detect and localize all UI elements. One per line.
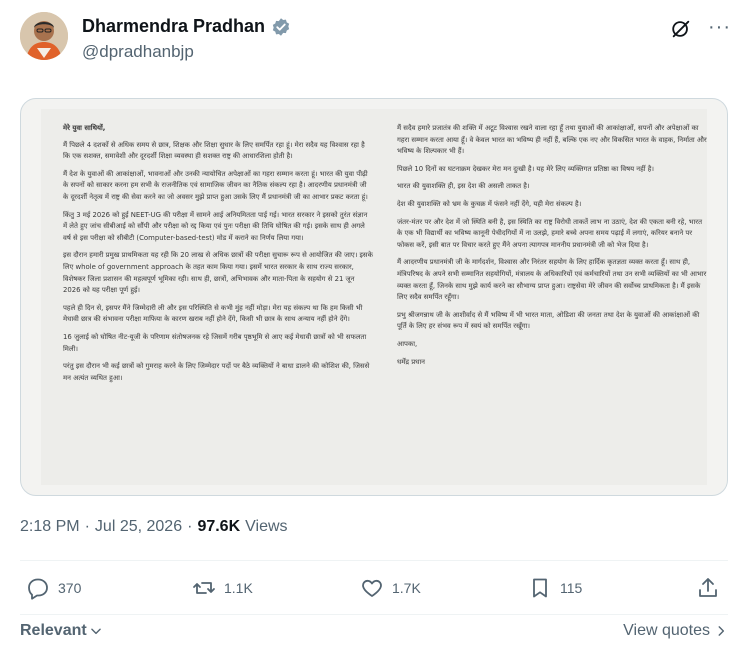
chevron-right-icon (718, 626, 725, 636)
repost-icon (193, 582, 215, 594)
letter-paragraph: इस दौरान हमारी प्रमुख प्राथमिकता यह रही … (63, 251, 373, 295)
letter-right-column: मैं सदैव हमारे प्रजातंत्र की शक्ति में अ… (397, 123, 707, 374)
divider (20, 560, 728, 561)
author-handle[interactable]: @dpradhanbjp (82, 42, 194, 62)
reply-button[interactable]: 370 (26, 576, 81, 600)
author-name[interactable]: Dharmendra Pradhan (82, 16, 265, 37)
tweet-media[interactable]: मेरे युवा साथियों, मैं पिछले 4 दशकों से … (20, 98, 728, 496)
meta-separator: · (84, 518, 90, 535)
replies-footer: Relevant View quotes (20, 622, 728, 646)
bookmark-icon (533, 578, 547, 598)
letter-paragraph: प्रभु श्रीजगन्नाथ जी के आशीर्वाद से मैं … (397, 310, 700, 331)
tweet-date[interactable]: Jul 25, 2026 (95, 518, 182, 536)
letter-paragraph: मैं पिछले 4 दशकों से अधिक समय से छात्र, … (63, 140, 365, 161)
views-count: 97.6K (197, 518, 241, 535)
reply-icon (28, 578, 48, 600)
view-quotes-link[interactable]: View quotes (623, 622, 728, 640)
letter-signoff: आपका, (397, 339, 418, 348)
letter-paragraph: मैं देश के युवाओं की आकांक्षाओं, भावनाओं… (63, 169, 368, 201)
share-button[interactable] (696, 576, 720, 600)
bookmark-count: 115 (560, 580, 583, 596)
more-icon[interactable]: ··· (708, 16, 731, 39)
tweet-meta: 2:18 PM · Jul 25, 2026 · 97.6K Views (20, 518, 288, 536)
repost-button[interactable]: 1.1K (192, 576, 253, 600)
reply-count: 370 (58, 580, 82, 596)
letter-signature: धर्मेंद्र प्रधान (397, 357, 425, 366)
repost-count: 1.1K (224, 580, 253, 596)
letter-paragraph: परंतु इस दौरान भी कई छात्रों को गुमराह क… (63, 362, 370, 382)
view-quotes-label: View quotes (623, 622, 710, 639)
letter-paragraph: देश की युवाशक्ति को भ्रम के कुचक्र में फ… (397, 199, 582, 208)
letter-paragraph: जंतर-मंतर पर और देश में जो स्थिति बनी है… (397, 217, 703, 249)
verified-badge-icon[interactable] (271, 17, 291, 37)
letter-paragraph: मैं आदरणीय प्रधानमंत्री जी के मार्गदर्शन… (397, 258, 707, 302)
chevron-down-icon (90, 628, 101, 635)
heart-icon (362, 579, 382, 597)
letter-paragraph: मैं सदैव हमारे प्रजातंत्र की शक्ति में अ… (397, 124, 707, 156)
tweet-time[interactable]: 2:18 PM (20, 518, 80, 536)
letter-left-column: मेरे युवा साथियों, मैं पिछले 4 दशकों से … (63, 123, 373, 390)
sort-label: Relevant (20, 622, 87, 639)
letter-greeting: मेरे युवा साथियों, (63, 124, 106, 132)
letter-paragraph: पहले ही दिन से, इसपर मैंने जिम्मेदारी ली… (63, 303, 363, 324)
letter-paragraph: 16 जुलाई को घोषित नीट-यूजी के परिणाम संत… (63, 332, 367, 353)
avatar-image (20, 12, 68, 60)
bookmark-button[interactable]: 115 (528, 576, 582, 600)
meta-separator: · (187, 518, 193, 535)
letter-paragraph: पिछले 10 दिनों का घटनाक्रम देखकर मेरा मन… (397, 164, 655, 173)
views-label: Views (245, 518, 288, 535)
avatar[interactable] (20, 12, 68, 60)
letter-image: मेरे युवा साथियों, मैं पिछले 4 दशकों से … (41, 109, 707, 485)
divider (20, 614, 728, 615)
letter-paragraph: किंतु 3 मई 2026 को हुई NEET-UG की परीक्ष… (63, 210, 368, 242)
grok-icon[interactable] (670, 18, 692, 40)
sort-dropdown[interactable]: Relevant (20, 622, 103, 640)
share-icon (699, 578, 717, 597)
like-count: 1.7K (392, 580, 421, 596)
tweet-header: Dharmendra Pradhan @dpradhanbjp ··· (20, 12, 730, 68)
like-button[interactable]: 1.7K (360, 576, 421, 600)
letter-paragraph: भारत की युवाशक्ति ही, इस देश की असली ताक… (397, 182, 530, 191)
action-bar: 370 1.1K 1.7K 115 (20, 576, 728, 612)
